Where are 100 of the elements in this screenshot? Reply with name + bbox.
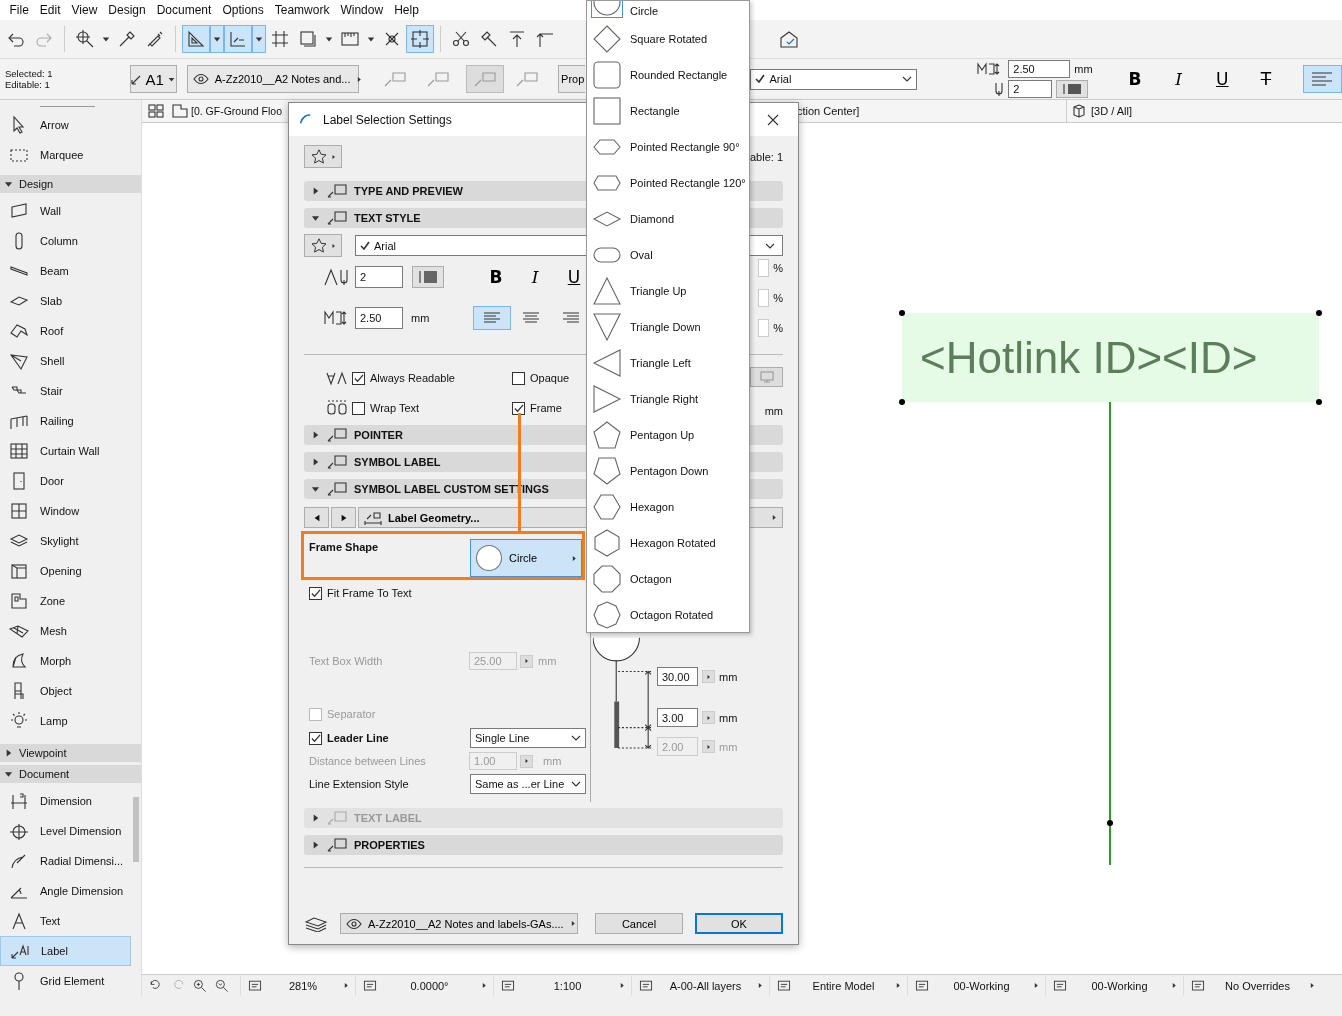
dimension-field[interactable]: 30.00 — [657, 667, 698, 686]
checkbox-label: Fit Frame To Text — [327, 587, 412, 599]
shape-option[interactable]: Octagon — [587, 561, 749, 597]
tool-item[interactable]: Mesh — [0, 616, 141, 646]
tool-item[interactable]: Railing — [0, 406, 141, 436]
tool-item[interactable]: Slab — [0, 286, 141, 316]
menu-item[interactable]: Design — [102, 3, 152, 17]
menu-item[interactable]: Options — [216, 3, 270, 17]
unit-label: % — [773, 262, 783, 274]
tool-item[interactable]: Dimension — [0, 786, 131, 816]
status-item[interactable]: 00-Working — [907, 975, 1045, 996]
text-size-field[interactable]: 2.50 — [355, 306, 403, 329]
ok-button[interactable]: OK — [695, 913, 783, 934]
tool-item[interactable]: Object — [0, 676, 141, 706]
status-item[interactable]: 1:100 — [493, 975, 631, 996]
shape-option[interactable]: Square Rotated — [587, 21, 749, 57]
menu-item[interactable]: Help — [388, 3, 425, 17]
format-button[interactable]: T — [1251, 66, 1281, 92]
tool-item[interactable]: Opening — [0, 556, 141, 586]
menu-item[interactable]: File — [4, 3, 35, 17]
shape-option[interactable]: Hexagon Rotated — [587, 525, 749, 561]
unit-label: mm — [719, 711, 738, 724]
format-button[interactable]: B — [1120, 66, 1150, 92]
tool-item[interactable]: Stair — [0, 376, 141, 406]
status-item[interactable]: A-00-All layers — [631, 975, 769, 996]
tool-item[interactable]: Grid Element — [0, 966, 131, 996]
view-tab[interactable]: [3D / All] — [1067, 99, 1132, 123]
label-tool-button[interactable]: A1 — [129, 65, 177, 93]
menu-item[interactable]: Teamwork — [269, 3, 335, 17]
menu-item[interactable]: Edit — [34, 3, 67, 17]
shape-option[interactable]: Triangle Up — [587, 273, 749, 309]
field-label: Line Extension Style — [309, 778, 409, 790]
tool-item[interactable]: Shell — [0, 346, 141, 376]
shape-option[interactable]: Rectangle — [587, 93, 749, 129]
pen-field[interactable]: 2 — [1008, 80, 1053, 98]
frame-shape-selector[interactable]: Circle — [470, 539, 582, 577]
shape-option[interactable]: Triangle Down — [587, 309, 749, 345]
shape-option[interactable]: Rounded Rectangle — [587, 57, 749, 93]
tool-item[interactable]: Column — [0, 226, 141, 256]
menu-item[interactable]: Window — [334, 3, 389, 17]
shape-option[interactable]: Octagon Rotated — [587, 597, 749, 632]
status-item[interactable]: 281% — [240, 975, 355, 996]
unit-label: mm — [538, 655, 557, 667]
properties-button[interactable]: Prop — [558, 65, 585, 93]
unit-label: mm — [1074, 63, 1093, 75]
group-header[interactable]: Design — [0, 175, 141, 193]
tool-item[interactable]: Morph — [0, 646, 141, 676]
layer-dropdown[interactable]: A-Zz2010__A2 Notes and labels-GAs.... — [340, 913, 578, 934]
cancel-button[interactable]: Cancel — [595, 913, 683, 934]
menu-item[interactable]: View — [66, 3, 103, 17]
tool-item[interactable]: Text — [0, 906, 131, 936]
extension-style-dropdown[interactable]: Same as ...er Line — [470, 774, 586, 794]
tool-item[interactable]: Curtain Wall — [0, 436, 141, 466]
checkbox-label: Opaque — [530, 372, 570, 384]
tool-item[interactable]: Label — [0, 936, 131, 966]
unit-label: mm — [719, 670, 738, 683]
tool-item[interactable]: Level Dimension — [0, 816, 131, 846]
selection-count: Selected: 1 — [5, 68, 54, 79]
format-button[interactable]: I — [1163, 66, 1194, 92]
font-dropdown[interactable]: Arial — [750, 68, 918, 90]
layer-dropdown[interactable]: A-Zz2010__A2 Notes and... — [186, 65, 359, 93]
status-item[interactable]: 0.0000° — [355, 975, 493, 996]
tool-item[interactable]: Roof — [0, 316, 141, 346]
checkbox-label: Separator — [327, 708, 376, 720]
pen-field[interactable]: 2 — [355, 265, 403, 288]
unit-label: mm — [764, 405, 783, 417]
checkbox-label: Frame — [530, 402, 562, 414]
hotlink-label: <Hotlink ID><ID> — [902, 313, 1319, 402]
tool-item[interactable]: Door — [0, 466, 141, 496]
tool-item[interactable]: Window — [0, 496, 141, 526]
status-item[interactable]: Entire Model — [769, 975, 907, 996]
view-tab[interactable]: [0. GF-Ground Floo — [170, 99, 288, 123]
dialog-title: Label Selection Settings — [323, 112, 452, 127]
text-height-field[interactable]: 2.50 — [1008, 60, 1071, 78]
tool-item[interactable]: Angle Dimension — [0, 876, 131, 906]
format-button[interactable]: B — [486, 263, 506, 290]
shape-option[interactable]: Pointed Rectangle 90° — [587, 129, 749, 165]
shape-option[interactable]: Triangle Right — [587, 381, 749, 417]
tool-item[interactable]: Zone — [0, 586, 141, 616]
tool-item[interactable]: Lamp — [0, 706, 141, 736]
shape-option[interactable]: Circle — [587, 1, 749, 21]
tool-item[interactable]: Wall — [0, 196, 141, 226]
tool-item[interactable]: Beam — [0, 256, 141, 286]
group-header[interactable]: Document — [0, 765, 141, 783]
format-button[interactable]: U — [564, 263, 584, 290]
dimension-field[interactable]: 3.00 — [657, 708, 698, 727]
tool-item[interactable]: Skylight — [0, 526, 141, 556]
status-item[interactable]: No Overrides — [1183, 975, 1321, 996]
format-button[interactable]: I — [525, 263, 545, 290]
leader-type-dropdown[interactable]: Single Line — [470, 728, 586, 748]
tool-item[interactable]: Marquee — [0, 140, 141, 170]
shape-option[interactable]: Triangle Left — [587, 345, 749, 381]
tool-item[interactable]: Arrow — [0, 110, 141, 140]
menu-item[interactable]: Document — [151, 3, 217, 17]
unit-label: mm — [411, 311, 431, 324]
tool-item[interactable]: Radial Dimensi... — [0, 846, 131, 876]
group-header[interactable]: Viewpoint — [0, 744, 141, 762]
format-button[interactable]: U — [1207, 66, 1238, 92]
section-header[interactable]: PROPERTIES — [304, 835, 783, 855]
status-item[interactable]: 00-Working — [1045, 975, 1183, 996]
